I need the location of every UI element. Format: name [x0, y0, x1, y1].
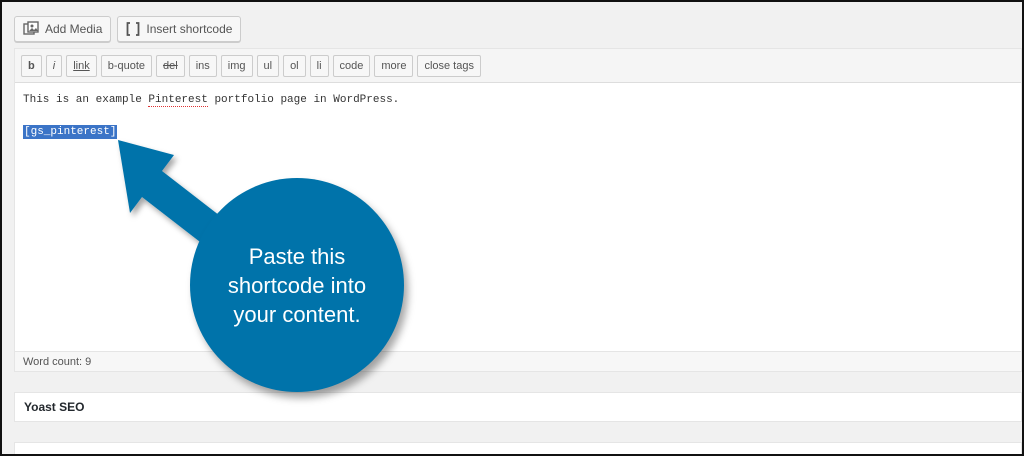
media-icon	[23, 21, 39, 35]
qt-code-button[interactable]: code	[332, 54, 371, 77]
qt-ol-button[interactable]: ol	[283, 54, 306, 77]
shortcode-bracket-icon	[126, 22, 140, 36]
selected-shortcode: [gs_pinterest]	[23, 125, 118, 139]
qt-ul-button[interactable]: ul	[256, 54, 280, 77]
yoast-seo-title: Yoast SEO	[24, 400, 85, 414]
next-metabox	[14, 442, 1022, 454]
qt-more-button[interactable]: more	[374, 54, 414, 77]
insert-shortcode-button[interactable]: Insert shortcode	[117, 16, 242, 42]
yoast-seo-panel[interactable]: Yoast SEO	[14, 392, 1022, 422]
media-buttons: Add Media Insert shortcode	[14, 16, 242, 44]
content-line: This is an example Pinterest portfolio p…	[23, 92, 1021, 108]
qt-img-button[interactable]: img	[220, 54, 253, 77]
callout-bubble: Paste this shortcode into your content.	[190, 178, 404, 392]
content-text-end: portfolio page in WordPress.	[207, 94, 400, 106]
qt-li-button[interactable]: li	[309, 54, 329, 77]
word-count-bar: Word count: 9	[15, 351, 1021, 371]
qt-del-button[interactable]: del	[156, 54, 185, 77]
misspelled-word: Pinterest	[148, 94, 208, 107]
quicktags-toolbar: b i link b-quote del ins img ul ol li co…	[15, 49, 1021, 83]
add-media-label: Add Media	[45, 22, 103, 36]
qt-bold-button[interactable]: b	[21, 54, 42, 77]
shortcode-line: [gs_pinterest]	[23, 124, 1021, 140]
add-media-button[interactable]: Add Media	[14, 16, 112, 42]
qt-ins-button[interactable]: ins	[188, 54, 217, 77]
qt-italic-button[interactable]: i	[45, 54, 63, 77]
qt-blockquote-button[interactable]: b-quote	[100, 54, 153, 77]
text-editor: b i link b-quote del ins img ul ol li co…	[14, 48, 1022, 372]
qt-link-button[interactable]: link	[66, 54, 97, 77]
screenshot-frame: Add Media Insert shortcode b i link b-qu…	[0, 0, 1024, 456]
content-text-start: This is an example	[23, 94, 149, 106]
insert-shortcode-label: Insert shortcode	[146, 22, 233, 36]
editor-textarea[interactable]: This is an example Pinterest portfolio p…	[15, 83, 1021, 339]
callout-text: Paste this shortcode into your content.	[227, 243, 367, 327]
word-count: Word count: 9	[23, 355, 92, 368]
qt-close-tags-button[interactable]: close tags	[417, 54, 481, 77]
